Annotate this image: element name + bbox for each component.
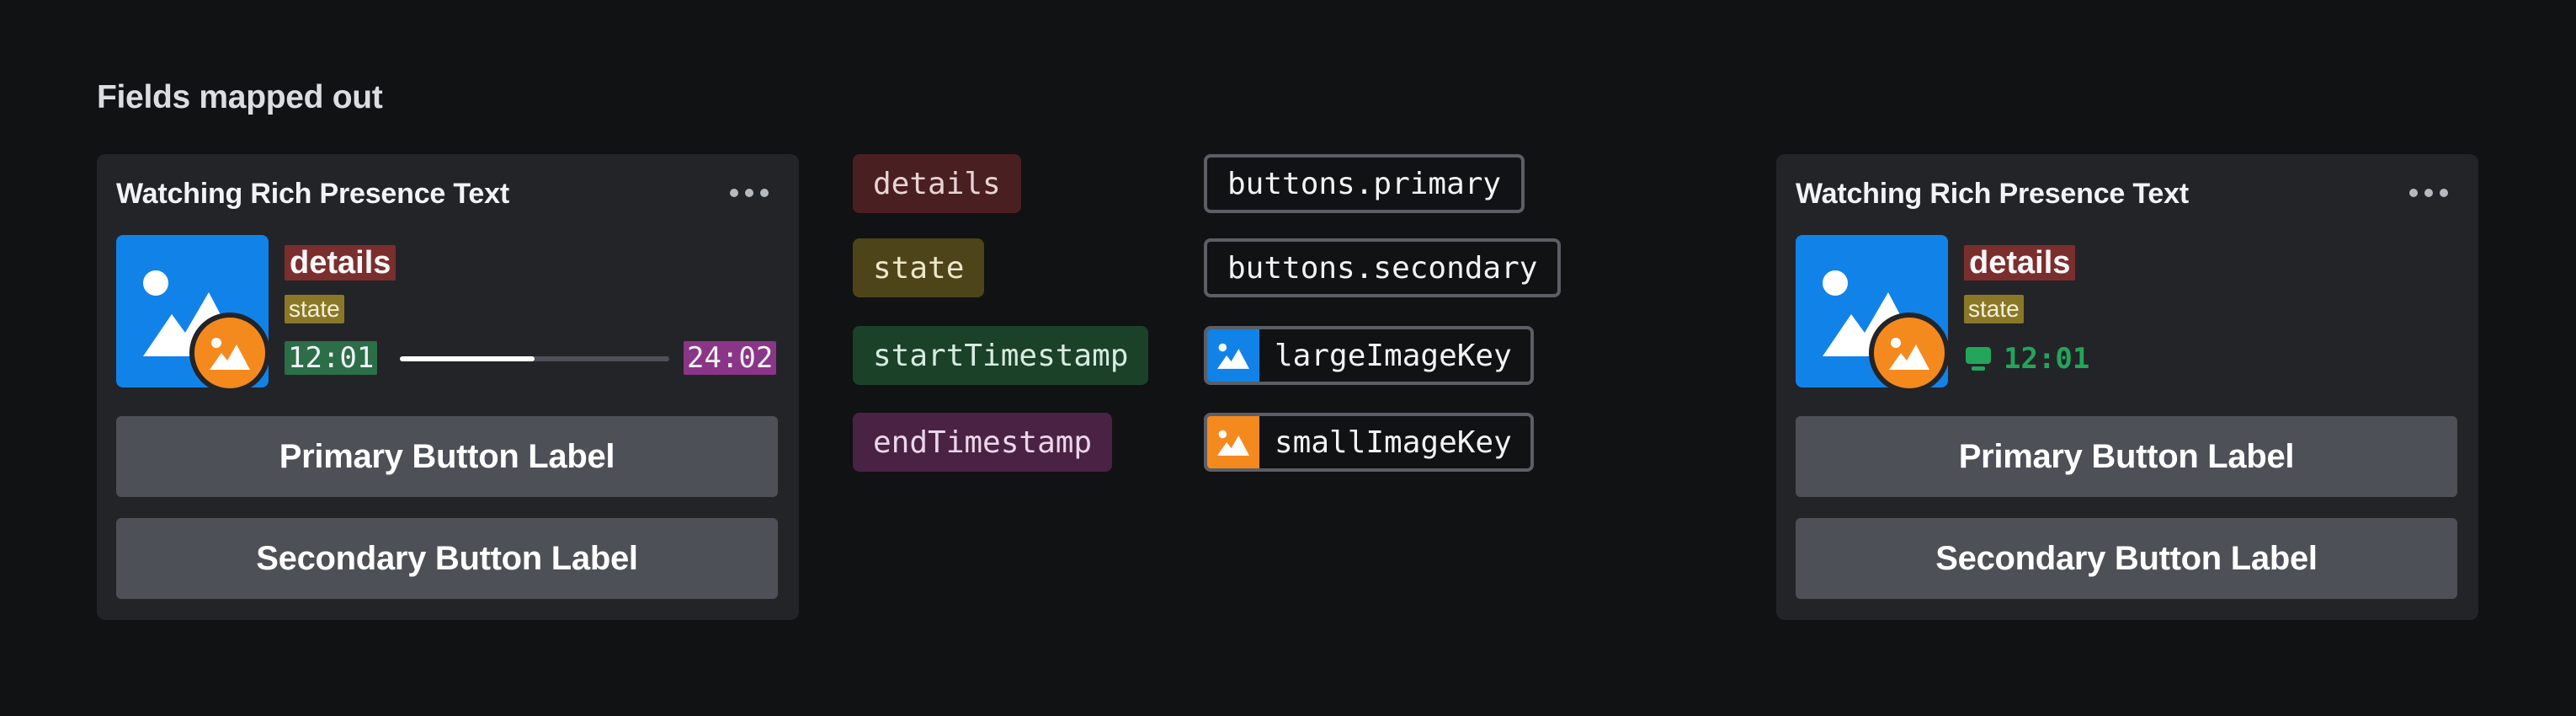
gamepad-icon xyxy=(1966,347,1991,371)
image-icon xyxy=(210,338,250,370)
legend-details: details xyxy=(853,154,1021,213)
small-image-swatch xyxy=(1207,416,1259,468)
elapsed-row: 12:01 xyxy=(1965,342,2089,376)
small-image xyxy=(189,313,270,393)
legend-large-image-key: largeImageKey xyxy=(1204,326,1534,385)
image-icon xyxy=(1217,343,1249,369)
elapsed-time: 12:01 xyxy=(2004,342,2090,376)
end-timestamp: 24:02 xyxy=(684,341,777,375)
legend-buttons-primary: buttons.primary xyxy=(1204,154,1525,213)
large-image-swatch xyxy=(1207,329,1259,382)
start-timestamp: 12:01 xyxy=(285,341,378,375)
more-options-icon[interactable] xyxy=(2409,188,2448,198)
legend-large-image-key-label: largeImageKey xyxy=(1275,338,1512,373)
legend-start-timestamp: startTimestamp xyxy=(853,326,1149,385)
image-icon xyxy=(1217,430,1249,456)
presence-card-with-progress: Watching Rich Presence Text details stat… xyxy=(97,154,799,620)
details-field: details xyxy=(1964,245,2076,281)
secondary-button[interactable]: Secondary Button Label xyxy=(1796,518,2457,599)
primary-button[interactable]: Primary Button Label xyxy=(116,416,778,497)
progress-bar xyxy=(400,356,669,361)
progress-fill xyxy=(400,356,535,361)
page-title: Fields mapped out xyxy=(97,79,383,115)
secondary-button[interactable]: Secondary Button Label xyxy=(116,518,778,599)
more-options-icon[interactable] xyxy=(730,188,769,198)
legend-buttons-secondary: buttons.secondary xyxy=(1204,238,1562,297)
legend-end-timestamp: endTimestamp xyxy=(853,413,1113,472)
small-image xyxy=(1869,313,1950,393)
primary-button[interactable]: Primary Button Label xyxy=(1796,416,2457,497)
details-field: details xyxy=(285,245,397,281)
state-field: state xyxy=(285,295,344,323)
card-header: Watching Rich Presence Text xyxy=(1796,178,2189,210)
legend-small-image-key-label: smallImageKey xyxy=(1275,425,1512,460)
legend-small-image-key: smallImageKey xyxy=(1204,413,1534,472)
state-field: state xyxy=(1964,295,2024,323)
presence-card-elapsed: Watching Rich Presence Text details stat… xyxy=(1776,154,2478,620)
legend-state: state xyxy=(853,238,985,297)
image-icon xyxy=(1889,338,1929,370)
card-header: Watching Rich Presence Text xyxy=(116,178,509,210)
